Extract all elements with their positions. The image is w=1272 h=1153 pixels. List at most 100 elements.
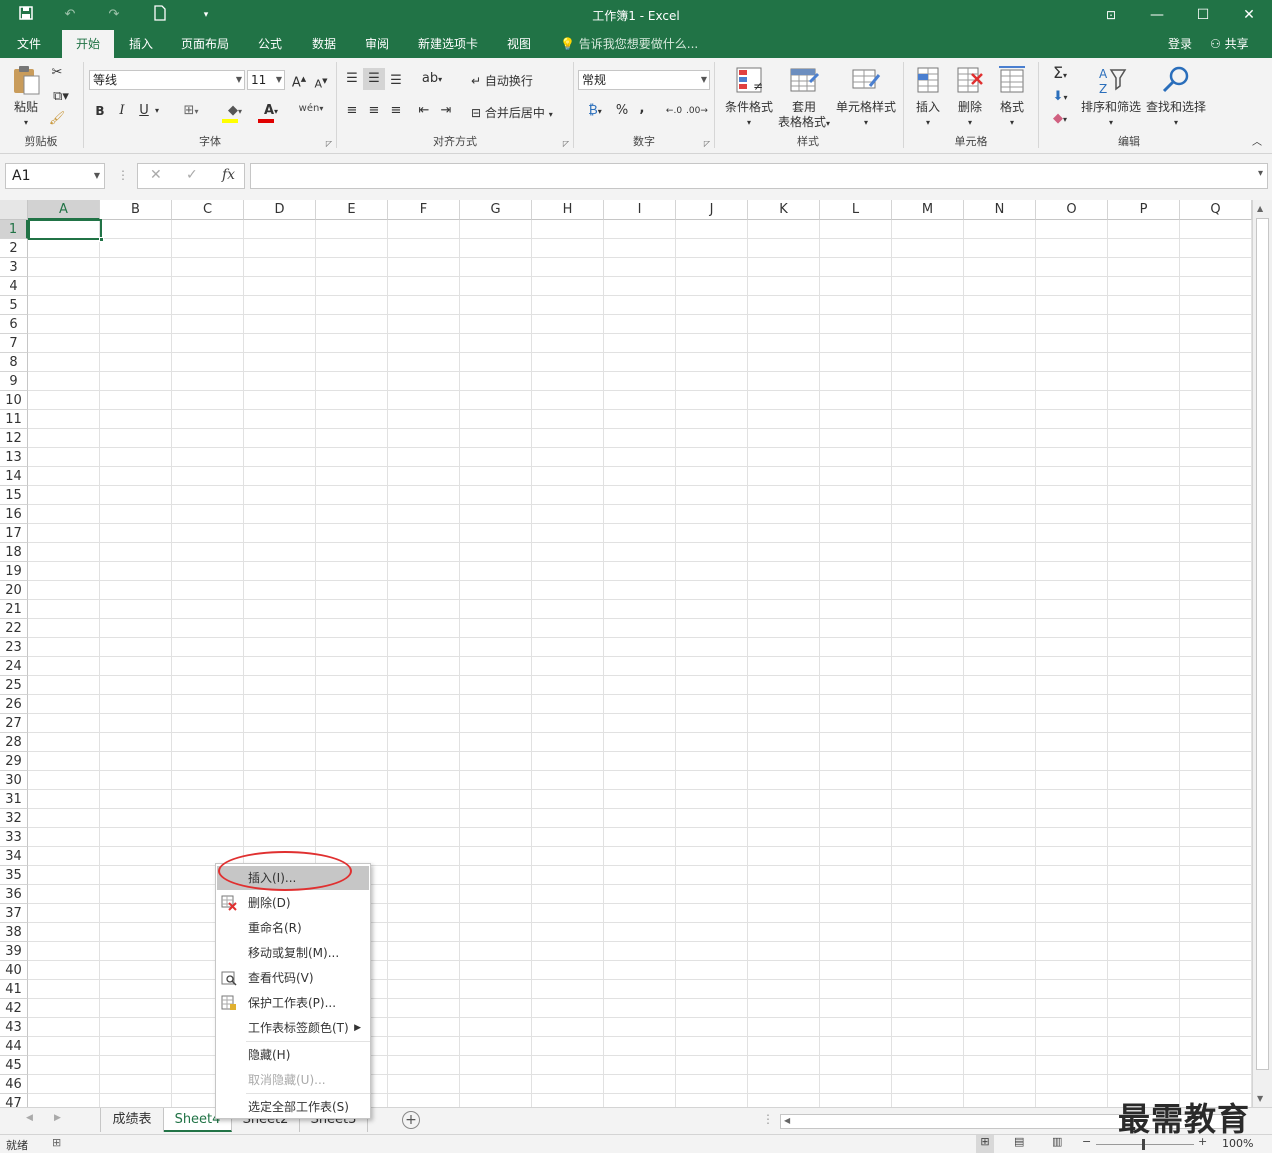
italic-button[interactable]: I <box>114 102 130 120</box>
row-header-33[interactable]: 33 <box>0 828 28 847</box>
column-header-q[interactable]: Q <box>1180 200 1252 220</box>
underline-dropdown-icon[interactable]: ▾ <box>152 102 162 120</box>
row-header-1[interactable]: 1 <box>0 220 28 239</box>
font-size-combo[interactable]: 11 ▼ <box>247 70 285 90</box>
row-header-20[interactable]: 20 <box>0 581 28 600</box>
column-header-c[interactable]: C <box>172 200 244 220</box>
fill-color-icon[interactable]: ◆▾ <box>220 102 250 123</box>
zoom-slider-thumb[interactable] <box>1142 1139 1145 1150</box>
row-header-46[interactable]: 46 <box>0 1075 28 1094</box>
increase-decimal-icon[interactable]: ←.0 <box>664 102 684 120</box>
row-header-12[interactable]: 12 <box>0 429 28 448</box>
row-header-15[interactable]: 15 <box>0 486 28 505</box>
row-header-3[interactable]: 3 <box>0 258 28 277</box>
dialog-launcher-icon[interactable]: ◸ <box>563 139 569 148</box>
fill-icon[interactable]: ⬇▾ <box>1045 88 1075 107</box>
decrease-indent-icon[interactable]: ⇤ <box>415 102 433 120</box>
decrease-decimal-icon[interactable]: .00→ <box>686 102 708 120</box>
row-header-28[interactable]: 28 <box>0 733 28 752</box>
maximize-button[interactable]: ☐ <box>1188 4 1218 26</box>
column-header-h[interactable]: H <box>532 200 604 220</box>
row-header-40[interactable]: 40 <box>0 961 28 980</box>
row-header-9[interactable]: 9 <box>0 372 28 391</box>
sort-filter-button[interactable]: AZ 排序和筛选 ▾ <box>1079 64 1143 130</box>
menu-delete[interactable]: 删除(D) <box>217 891 369 915</box>
tab-review[interactable]: 审阅 <box>354 30 400 58</box>
row-header-13[interactable]: 13 <box>0 448 28 467</box>
row-header-23[interactable]: 23 <box>0 638 28 657</box>
row-header-35[interactable]: 35 <box>0 866 28 885</box>
menu-move-copy[interactable]: 移动或复制(M)... <box>217 941 369 965</box>
row-header-34[interactable]: 34 <box>0 847 28 866</box>
comma-button[interactable]: , <box>636 100 648 118</box>
add-sheet-button[interactable]: + <box>402 1111 420 1129</box>
splitter-icon[interactable]: ⋮ <box>762 1112 774 1126</box>
column-header-f[interactable]: F <box>388 200 460 220</box>
column-header-b[interactable]: B <box>100 200 172 220</box>
align-top-icon[interactable]: ☰ <box>343 70 361 88</box>
merge-center-button[interactable]: ⊟ 合并后居中 ▾ <box>471 104 553 121</box>
cell-area[interactable] <box>28 220 1252 1107</box>
normal-view-icon[interactable]: ⊞ <box>976 1135 994 1153</box>
row-header-27[interactable]: 27 <box>0 714 28 733</box>
tab-insert[interactable]: 插入 <box>118 30 164 58</box>
insert-cells-button[interactable]: 插入 ▾ <box>908 64 948 130</box>
formula-input[interactable]: ▾ <box>250 163 1268 189</box>
phonetic-icon[interactable]: wén▾ <box>296 100 326 118</box>
increase-font-icon[interactable]: A▲ <box>290 70 308 92</box>
cancel-icon[interactable]: ✕ <box>150 167 162 183</box>
column-header-e[interactable]: E <box>316 200 388 220</box>
insert-function-button[interactable]: fx <box>222 167 235 183</box>
row-header-24[interactable]: 24 <box>0 657 28 676</box>
row-header-42[interactable]: 42 <box>0 999 28 1018</box>
tab-data[interactable]: 数据 <box>300 30 348 58</box>
delete-cells-button[interactable]: 删除 ▾ <box>950 64 990 130</box>
menu-tab-color[interactable]: 工作表标签颜色(T) ▶ <box>217 1016 369 1040</box>
row-header-4[interactable]: 4 <box>0 277 28 296</box>
paste-button[interactable]: 粘贴 ▾ <box>6 64 46 130</box>
tell-me-box[interactable]: 💡 告诉我您想要做什么... <box>560 30 698 58</box>
row-header-21[interactable]: 21 <box>0 600 28 619</box>
collapse-ribbon-icon[interactable]: ︿ <box>1250 134 1264 152</box>
decrease-font-icon[interactable]: A▼ <box>312 72 330 94</box>
menu-protect-sheet[interactable]: 保护工作表(P)... <box>217 991 369 1015</box>
row-header-7[interactable]: 7 <box>0 334 28 353</box>
row-header-22[interactable]: 22 <box>0 619 28 638</box>
row-header-41[interactable]: 41 <box>0 980 28 999</box>
row-header-32[interactable]: 32 <box>0 809 28 828</box>
page-layout-view-icon[interactable]: ▤ <box>1014 1135 1024 1148</box>
find-select-button[interactable]: 查找和选择 ▾ <box>1143 64 1209 130</box>
border-icon[interactable]: ⊞▾ <box>176 102 206 121</box>
align-bottom-icon[interactable]: ☰ <box>387 72 405 90</box>
paste-dropdown-icon[interactable]: ▾ <box>6 115 46 130</box>
menu-select-all-sheets[interactable]: 选定全部工作表(S) <box>217 1095 369 1119</box>
scroll-up-icon[interactable]: ▲ <box>1257 204 1263 213</box>
row-header-5[interactable]: 5 <box>0 296 28 315</box>
name-box[interactable]: A1 ▼ <box>5 163 105 189</box>
align-right-icon[interactable]: ≡ <box>387 102 405 120</box>
row-header-38[interactable]: 38 <box>0 923 28 942</box>
column-header-k[interactable]: K <box>748 200 820 220</box>
format-as-table-button[interactable]: 套用 表格格式▾ <box>773 64 835 131</box>
cut-icon[interactable]: ✂ <box>48 64 66 82</box>
zoom-out-button[interactable]: − <box>1082 1135 1091 1148</box>
row-header-10[interactable]: 10 <box>0 391 28 410</box>
row-header-2[interactable]: 2 <box>0 239 28 258</box>
active-cell[interactable] <box>28 219 104 242</box>
row-header-18[interactable]: 18 <box>0 543 28 562</box>
row-header-14[interactable]: 14 <box>0 467 28 486</box>
bold-button[interactable]: B <box>92 102 108 120</box>
scroll-thumb[interactable] <box>1256 218 1269 1070</box>
page-break-view-icon[interactable]: ▥ <box>1052 1135 1062 1148</box>
clear-icon[interactable]: ◆▾ <box>1045 110 1075 129</box>
row-header-47[interactable]: 47 <box>0 1094 28 1107</box>
copy-icon[interactable]: ⧉▾ <box>48 88 74 106</box>
tab-formulas[interactable]: 公式 <box>246 30 294 58</box>
wrap-text-button[interactable]: ↵ 自动换行 <box>471 72 533 89</box>
number-format-combo[interactable]: 常规 ▼ <box>578 70 710 90</box>
row-header-44[interactable]: 44 <box>0 1037 28 1056</box>
row-header-16[interactable]: 16 <box>0 505 28 524</box>
row-header-43[interactable]: 43 <box>0 1018 28 1037</box>
expand-formula-icon[interactable]: ▾ <box>1258 168 1263 179</box>
zoom-slider[interactable] <box>1096 1144 1194 1145</box>
